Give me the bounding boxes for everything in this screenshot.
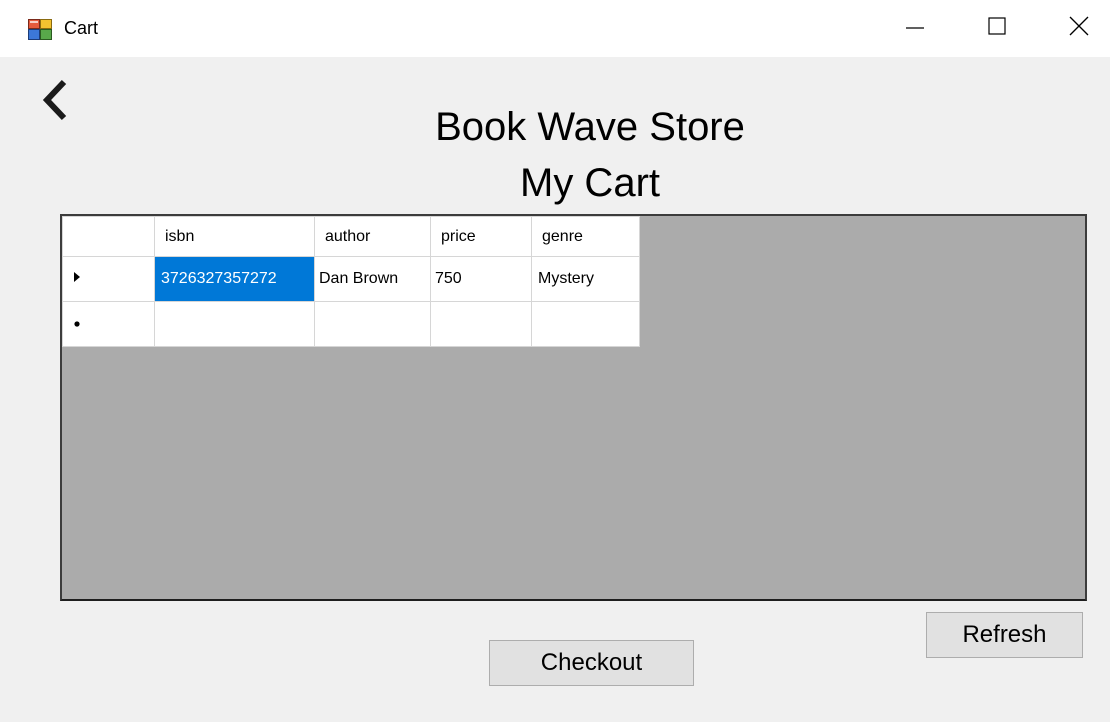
current-row-arrow-icon: [73, 270, 154, 288]
page-title: My Cart: [520, 161, 660, 205]
cart-window: Cart Book Wave Store My Cart isbn author…: [0, 0, 1110, 722]
cell-author-new[interactable]: [314, 301, 431, 347]
cell-price-new[interactable]: [430, 301, 532, 347]
title-bar[interactable]: Cart: [0, 0, 1110, 57]
table-header-row: isbn author price genre: [62, 216, 640, 257]
cell-isbn-new[interactable]: [154, 301, 315, 347]
column-header-author[interactable]: author: [314, 216, 431, 257]
cart-table: isbn author price genre 3726327357272 Da…: [62, 216, 640, 347]
window-title: Cart: [64, 18, 99, 38]
store-title: Book Wave Store: [435, 105, 745, 149]
cart-data-grid[interactable]: isbn author price genre 3726327357272 Da…: [60, 214, 1087, 601]
minimize-icon: [905, 16, 925, 41]
app-window-icon: [28, 19, 52, 40]
row-header[interactable]: [62, 256, 155, 302]
cell-author[interactable]: Dan Brown: [314, 256, 431, 302]
row-header[interactable]: [62, 301, 155, 347]
minimize-button[interactable]: [884, 0, 946, 57]
new-row-asterisk-icon: [73, 315, 154, 333]
new-row[interactable]: [62, 301, 640, 347]
column-header-price[interactable]: price: [430, 216, 532, 257]
table-row[interactable]: 3726327357272 Dan Brown 750 Mystery: [62, 256, 640, 302]
column-header-genre[interactable]: genre: [531, 216, 640, 257]
cell-genre[interactable]: Mystery: [531, 256, 640, 302]
row-header-corner: [62, 216, 155, 257]
cell-price[interactable]: 750: [430, 256, 532, 302]
cell-genre-new[interactable]: [531, 301, 640, 347]
maximize-button[interactable]: [966, 0, 1028, 57]
column-header-isbn[interactable]: isbn: [154, 216, 315, 257]
refresh-button[interactable]: Refresh: [926, 612, 1083, 658]
cell-isbn[interactable]: 3726327357272: [154, 256, 315, 302]
close-button[interactable]: [1048, 0, 1110, 57]
checkout-button[interactable]: Checkout: [489, 640, 694, 686]
close-icon: [1068, 15, 1090, 42]
maximize-icon: [987, 16, 1007, 41]
